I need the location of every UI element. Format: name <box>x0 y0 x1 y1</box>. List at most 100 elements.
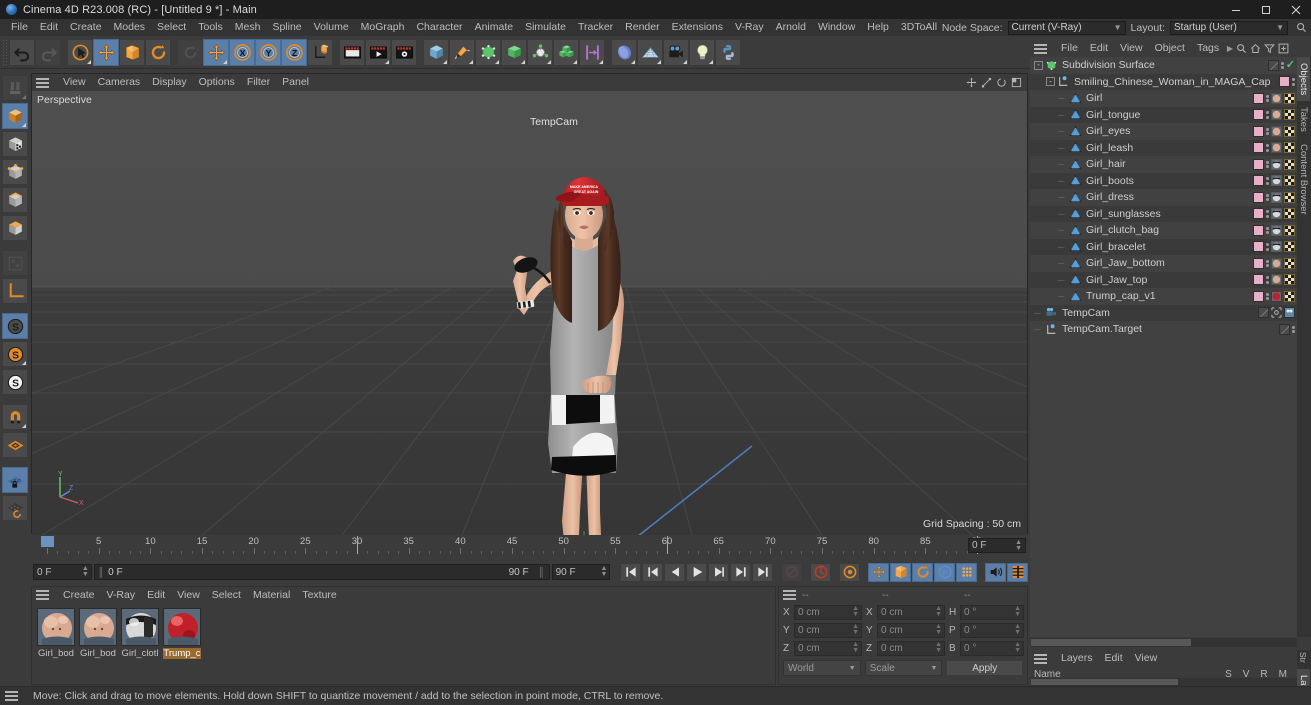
material-thumbnail[interactable] <box>37 608 75 646</box>
dropdown-corner-icon[interactable] <box>22 361 26 365</box>
viewport-solo-single-button[interactable]: S <box>2 341 28 367</box>
rotate-tool-button[interactable] <box>145 38 171 66</box>
uvw-tag[interactable] <box>1284 125 1295 137</box>
object-tree-row[interactable]: ─ Girl_eyes <box>1030 123 1297 140</box>
tag-dots-icon[interactable] <box>1266 177 1269 185</box>
dropdown-corner-icon[interactable] <box>657 59 661 64</box>
dropdown-corner-icon[interactable] <box>443 59 447 64</box>
menu-spline[interactable]: Spline <box>266 19 307 36</box>
python-script-button[interactable] <box>715 38 741 66</box>
spinner-icon[interactable]: ▲ ▼ <box>852 623 859 636</box>
new-layer-icon[interactable] <box>1278 43 1289 54</box>
material-thumbnail[interactable] <box>79 608 117 646</box>
viewport-solo-off-button[interactable]: S <box>2 313 28 339</box>
uvw-tag[interactable] <box>1284 191 1295 203</box>
tag-dots-icon[interactable] <box>1266 292 1269 300</box>
coord-size-field[interactable]: 0 cm ▲ ▼ <box>877 622 945 638</box>
select-tool-button[interactable] <box>67 38 93 66</box>
spinner-icon[interactable]: ▲ ▼ <box>852 641 859 654</box>
pink-layer-tag[interactable] <box>1253 274 1264 286</box>
spinner-icon[interactable]: ▲ ▼ <box>1014 641 1021 654</box>
move-tool-button[interactable] <box>93 38 119 66</box>
tag-dots-icon[interactable] <box>1292 325 1295 333</box>
tag-dots-icon[interactable] <box>1266 193 1269 201</box>
pink-layer-tag[interactable] <box>1253 158 1264 170</box>
hamburger-icon[interactable] <box>1034 652 1050 665</box>
quantize-button[interactable] <box>2 432 28 458</box>
layer-menu-view[interactable]: View <box>1129 650 1164 667</box>
pink-layer-tag[interactable] <box>1253 257 1264 269</box>
tag-dots-icon[interactable] <box>1266 243 1269 251</box>
tag-dots-icon[interactable] <box>1266 276 1269 284</box>
tag-dots-icon[interactable] <box>1266 111 1269 119</box>
add-cloner-button[interactable] <box>553 38 579 66</box>
tag-dots-icon[interactable] <box>1266 94 1269 102</box>
dropdown-corner-icon[interactable] <box>22 123 26 127</box>
tag-dots-icon[interactable] <box>1266 144 1269 152</box>
go-to-previous-key-button[interactable] <box>642 562 664 582</box>
rotate-view-icon[interactable] <box>996 77 1007 88</box>
tag-dots-icon[interactable] <box>1266 259 1269 267</box>
scale-view-icon[interactable] <box>981 77 992 88</box>
cloth-material-tag[interactable] <box>1271 208 1282 220</box>
maximize-button[interactable] <box>1251 0 1281 19</box>
spinner-icon[interactable]: ▲ ▼ <box>935 641 942 654</box>
dropdown-corner-icon[interactable] <box>521 59 525 64</box>
coord-rotation-field[interactable]: 0 ° ▲ ▼ <box>960 622 1024 638</box>
tag-dots-icon[interactable] <box>1280 61 1284 69</box>
viewport-menu-view[interactable]: View <box>57 74 92 91</box>
menu-help[interactable]: Help <box>861 19 895 36</box>
add-array-button[interactable] <box>501 38 527 66</box>
material-thumbnail[interactable] <box>121 608 159 646</box>
go-to-next-key-button[interactable] <box>730 562 752 582</box>
pink-layer-tag[interactable] <box>1253 191 1264 203</box>
pink-layer-tag[interactable] <box>1253 142 1264 154</box>
toolbar-grip[interactable] <box>2 38 7 66</box>
dropdown-corner-icon[interactable] <box>223 59 227 64</box>
pink-layer-tag[interactable] <box>1279 76 1290 88</box>
hamburger-icon[interactable] <box>5 690 21 703</box>
filter-icon[interactable] <box>1264 43 1275 54</box>
uvw-tag[interactable] <box>1284 175 1295 187</box>
chevron-right-icon[interactable]: ▶ <box>1227 44 1233 53</box>
go-to-start-button[interactable] <box>620 562 642 582</box>
layout-select[interactable]: Startup (User) ▼ <box>1170 20 1288 35</box>
add-floor-button[interactable] <box>637 38 663 66</box>
position-key-button[interactable] <box>868 562 890 582</box>
go-to-previous-frame-button[interactable] <box>664 562 686 582</box>
add-spline-button[interactable] <box>449 38 475 66</box>
object-tree-row[interactable]: ─ Girl <box>1030 90 1297 107</box>
move-axis-button[interactable] <box>203 38 229 66</box>
timeline-ruler[interactable]: 051015202530354045505560657075808590 <box>31 536 1028 554</box>
add-nurbs-button[interactable] <box>475 38 501 66</box>
spinner-icon[interactable]: ▲ ▼ <box>600 565 607 578</box>
material-menu-create[interactable]: Create <box>57 587 101 604</box>
menu-window[interactable]: Window <box>812 19 861 36</box>
dropdown-corner-icon[interactable] <box>573 59 577 64</box>
current-frame-field[interactable]: 0 F ▲ ▼ <box>968 538 1026 553</box>
lock-y-button[interactable]: Y <box>255 38 281 66</box>
points-mode-button[interactable] <box>2 159 28 185</box>
dropdown-corner-icon[interactable] <box>495 59 499 64</box>
coord-position-field[interactable]: 0 cm ▲ ▼ <box>794 622 862 638</box>
tab-structure[interactable]: Str <box>1297 650 1309 669</box>
object-tree-row[interactable]: ─ Girl_leash <box>1030 139 1297 156</box>
layer-hscrollbar[interactable] <box>1030 678 1297 686</box>
viewport-menu-cameras[interactable]: Cameras <box>92 74 147 91</box>
timeline-mode-button[interactable] <box>1007 562 1029 582</box>
snap-button[interactable] <box>2 404 28 430</box>
tab-content-browser[interactable]: Content Browser <box>1297 138 1310 221</box>
viewport-menu-display[interactable]: Display <box>146 74 192 91</box>
tab-objects[interactable]: Objects <box>1297 57 1310 102</box>
timeline-playhead[interactable] <box>41 536 54 547</box>
pink-layer-tag[interactable] <box>1253 125 1264 137</box>
uvw-tag[interactable] <box>1284 241 1295 253</box>
menu-modes[interactable]: Modes <box>108 19 152 36</box>
layer-menu-layers[interactable]: Layers <box>1055 650 1099 667</box>
cloth-material-tag[interactable] <box>1271 158 1282 170</box>
menu-arnold[interactable]: Arnold <box>770 19 812 36</box>
uvw-tag[interactable] <box>1284 142 1295 154</box>
object-tree-row[interactable]: ─ Girl_clutch_bag <box>1030 222 1297 239</box>
scrub-handle-left-icon[interactable]: ║ <box>95 567 104 577</box>
lock-z-button[interactable]: Z <box>281 38 307 66</box>
